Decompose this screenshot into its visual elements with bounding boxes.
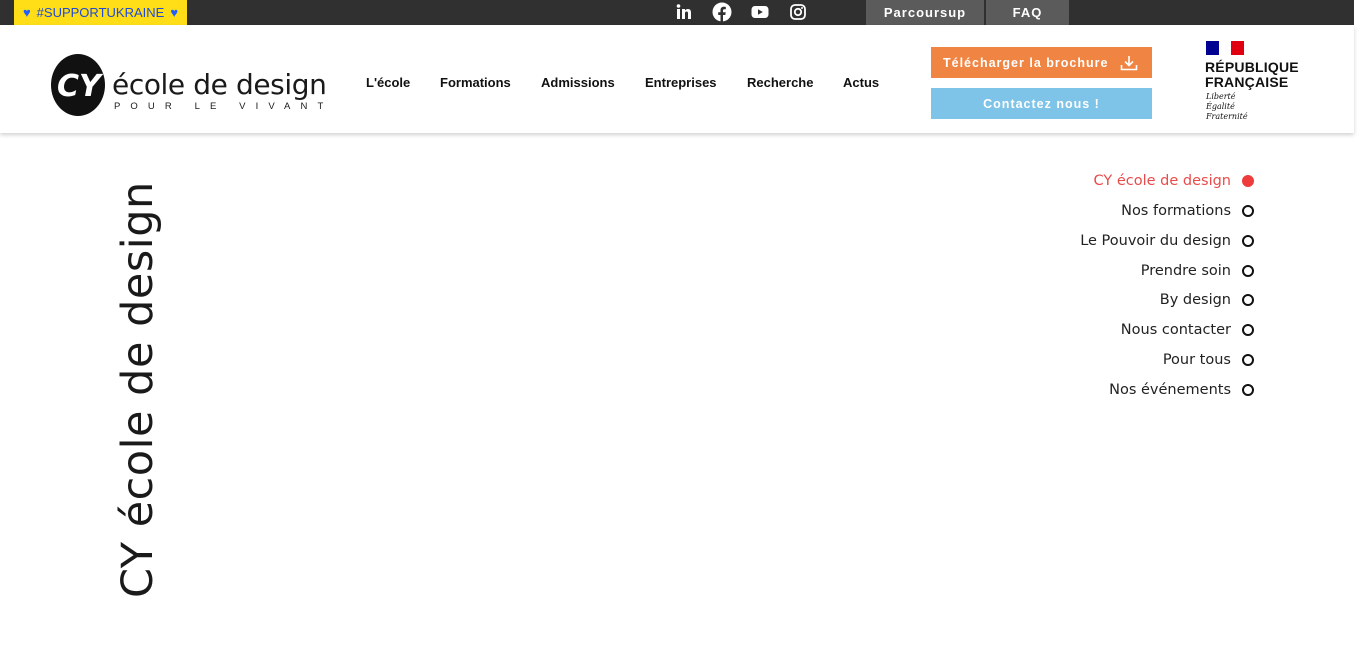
download-brochure-button[interactable]: Télécharger la brochure xyxy=(931,47,1152,78)
nav-item-recherche[interactable]: Recherche xyxy=(747,75,813,90)
anchor-label: Nos événements xyxy=(1109,382,1231,398)
download-brochure-label: Télécharger la brochure xyxy=(943,55,1109,70)
support-ukraine-label: #SUPPORTUKRAINE xyxy=(36,5,165,20)
anchor-prendre-soin[interactable]: Prendre soin xyxy=(1141,261,1254,281)
parcoursup-button[interactable]: Parcoursup xyxy=(866,0,984,25)
motto-liberte: Liberté xyxy=(1206,92,1236,101)
nav-item-admissions[interactable]: Admissions xyxy=(541,75,615,90)
facebook-icon[interactable] xyxy=(710,1,734,23)
anchor-label: Nous contacter xyxy=(1120,322,1231,338)
site-header: CY école de design POUR LE VIVANT L'écol… xyxy=(0,25,1354,133)
anchor-dot-icon xyxy=(1242,324,1254,336)
anchor-dot-icon xyxy=(1242,384,1254,396)
nav-item-actus[interactable]: Actus xyxy=(843,75,879,90)
anchor-label: By design xyxy=(1159,292,1231,308)
anchor-pour-tous[interactable]: Pour tous xyxy=(1163,350,1254,370)
republique-line2: FRANÇAISE xyxy=(1205,74,1289,90)
cy-logo-icon: CY xyxy=(51,54,105,116)
anchor-dot-icon xyxy=(1242,235,1254,247)
anchor-dot-icon xyxy=(1242,175,1254,187)
anchor-by-design[interactable]: By design xyxy=(1160,290,1254,310)
anchor-label: CY école de design xyxy=(1093,173,1232,189)
anchor-dot-icon xyxy=(1242,265,1254,277)
anchor-nos-formations[interactable]: Nos formations xyxy=(1121,201,1254,221)
contact-us-button[interactable]: Contactez nous ! xyxy=(931,88,1152,119)
french-flag-icon xyxy=(1206,41,1245,55)
republique-line1: RÉPUBLIQUE xyxy=(1205,59,1299,75)
anchor-label: Prendre soin xyxy=(1140,263,1231,279)
logo-subtitle: POUR LE VIVANT xyxy=(114,101,334,112)
republique-francaise-logo: RÉPUBLIQUE FRANÇAISE Liberté Égalité Fra… xyxy=(1205,41,1305,123)
support-ukraine-banner[interactable]: ♥ #SUPPORTUKRAINE ♥ xyxy=(14,0,187,25)
logo-name: école de design xyxy=(112,68,327,101)
anchor-dot-icon xyxy=(1242,294,1254,306)
blue-heart-icon: ♥ xyxy=(22,5,31,20)
linkedin-icon[interactable] xyxy=(672,1,696,23)
school-logo[interactable]: CY école de design POUR LE VIVANT xyxy=(50,51,327,119)
anchor-pouvoir-design[interactable]: Le Pouvoir du design xyxy=(1080,231,1254,251)
motto-egalite: Égalité xyxy=(1206,102,1235,111)
instagram-icon[interactable] xyxy=(786,1,810,23)
nav-item-ecole[interactable]: L'école xyxy=(366,75,410,90)
youtube-icon[interactable] xyxy=(748,1,772,23)
top-bar: ♥ #SUPPORTUKRAINE ♥ Parcoursup FAQ xyxy=(0,0,1354,25)
anchor-nos-evenements[interactable]: Nos événements xyxy=(1109,380,1254,400)
svg-text:CY: CY xyxy=(57,69,104,104)
anchor-dot-icon xyxy=(1242,354,1254,366)
download-icon xyxy=(1120,55,1138,71)
faq-button[interactable]: FAQ xyxy=(986,0,1069,25)
motto-fraternite: Fraternité xyxy=(1206,112,1248,121)
nav-item-formations[interactable]: Formations xyxy=(440,75,511,90)
blue-heart-icon: ♥ xyxy=(170,5,179,20)
anchor-label: Pour tous xyxy=(1162,352,1231,368)
nav-item-entreprises[interactable]: Entreprises xyxy=(645,75,717,90)
anchor-label: Le Pouvoir du design xyxy=(1080,233,1231,249)
anchor-dot-icon xyxy=(1242,205,1254,217)
anchor-label: Nos formations xyxy=(1121,203,1231,219)
anchor-nous-contacter[interactable]: Nous contacter xyxy=(1121,320,1254,340)
anchor-cy-ecole[interactable]: CY école de design xyxy=(1093,171,1254,191)
vertical-section-title: CY école de design xyxy=(113,181,163,598)
